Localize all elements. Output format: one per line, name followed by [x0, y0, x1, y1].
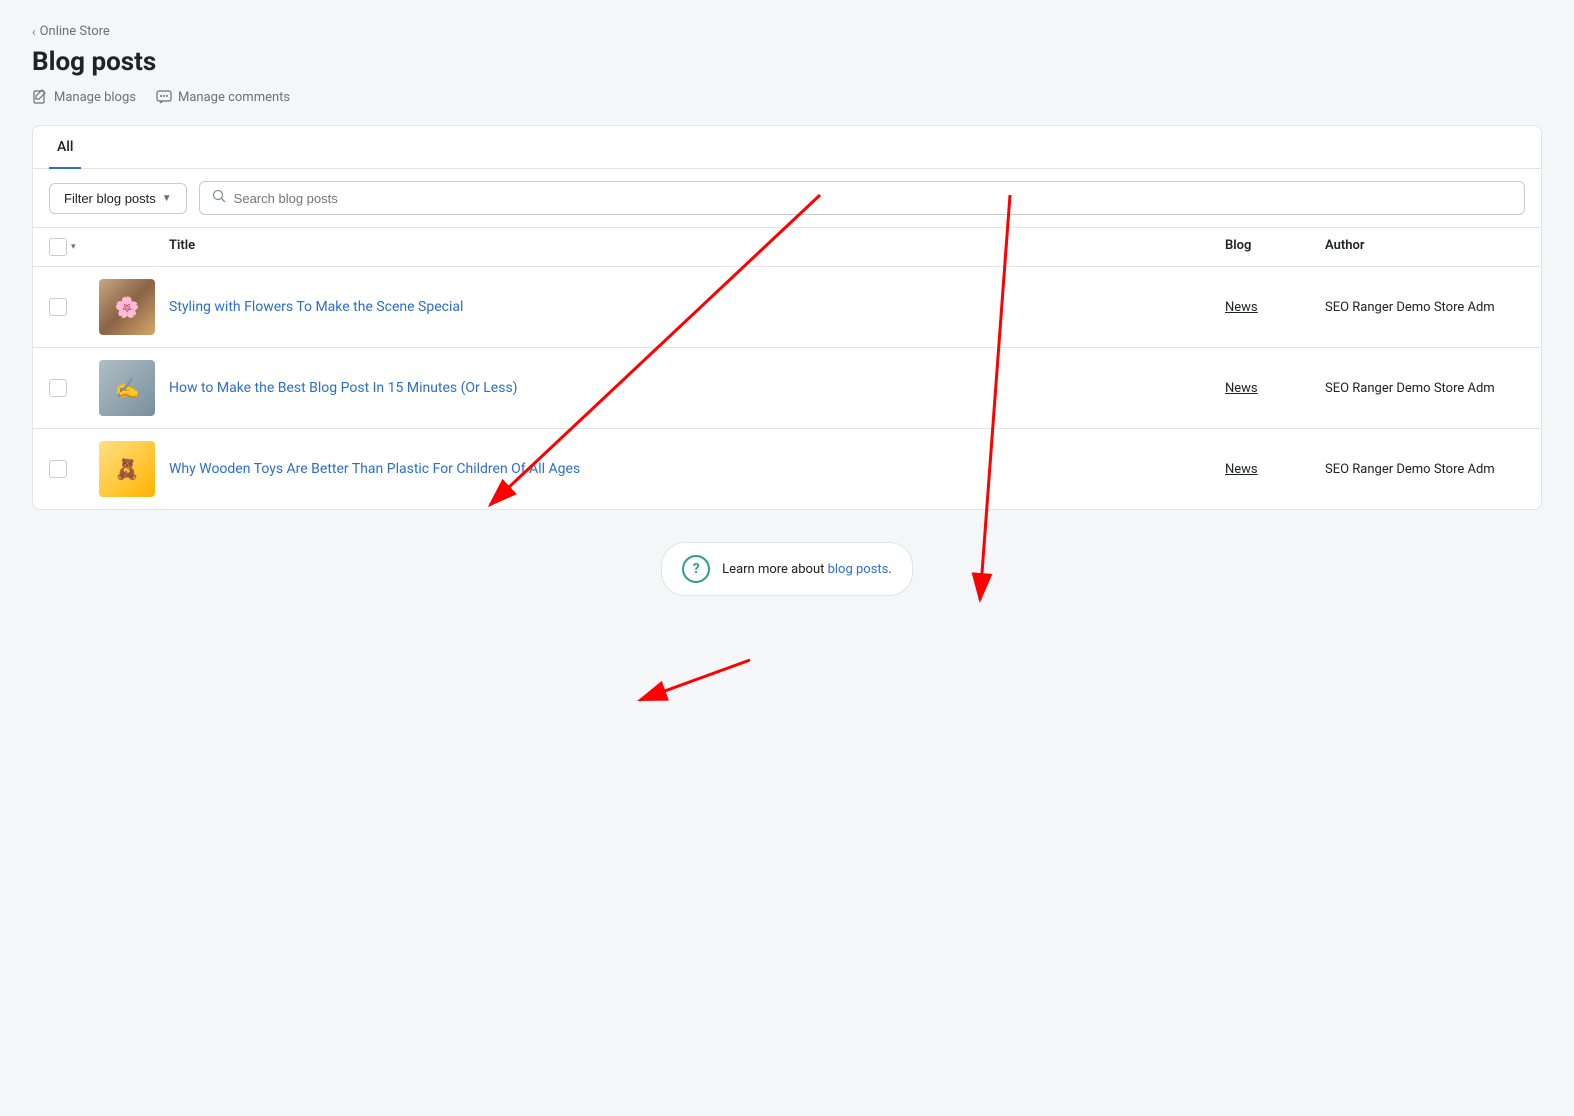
- breadcrumb-link[interactable]: Online Store: [40, 24, 110, 39]
- post-author-3: SEO Ranger Demo Store Adm: [1325, 462, 1495, 477]
- post-blog-1[interactable]: News: [1225, 300, 1258, 315]
- post-author-2: SEO Ranger Demo Store Adm: [1325, 381, 1495, 396]
- table-row: How to Make the Best Blog Post In 15 Min…: [33, 348, 1541, 429]
- comment-icon: [156, 89, 172, 105]
- blog-posts-card: All Filter blog posts ▼: [32, 125, 1542, 510]
- table-header: ▾ Title Blog Author: [33, 228, 1541, 267]
- edit-icon: [32, 89, 48, 105]
- help-footer: ? Learn more about blog posts.: [32, 510, 1542, 628]
- search-input[interactable]: [234, 191, 1512, 206]
- select-dropdown-icon[interactable]: ▾: [71, 242, 76, 252]
- col-blog: Blog: [1225, 238, 1325, 256]
- search-box[interactable]: [199, 181, 1525, 215]
- blog-posts-help-link[interactable]: blog posts: [828, 562, 889, 577]
- tabs-container: All: [33, 126, 1541, 169]
- post-title-link-1[interactable]: Styling with Flowers To Make the Scene S…: [169, 299, 463, 315]
- breadcrumb[interactable]: ‹ Online Store: [32, 24, 1542, 39]
- select-all-checkbox[interactable]: [49, 238, 67, 256]
- post-author-1: SEO Ranger Demo Store Adm: [1325, 300, 1495, 315]
- table-body: Styling with Flowers To Make the Scene S…: [33, 267, 1541, 509]
- help-text: Learn more about blog posts.: [722, 562, 892, 577]
- table-row: Why Wooden Toys Are Better Than Plastic …: [33, 429, 1541, 509]
- filter-button[interactable]: Filter blog posts ▼: [49, 183, 187, 214]
- post-title-link-2[interactable]: How to Make the Best Blog Post In 15 Min…: [169, 380, 518, 396]
- search-icon: [212, 189, 226, 207]
- page-title: Blog posts: [32, 47, 1542, 77]
- manage-comments-link[interactable]: Manage comments: [156, 89, 290, 105]
- dropdown-arrow-icon: ▼: [162, 193, 172, 204]
- row-checkbox-2[interactable]: [49, 379, 67, 397]
- row-checkbox-3[interactable]: [49, 460, 67, 478]
- col-author: Author: [1325, 238, 1525, 256]
- help-bubble: ? Learn more about blog posts.: [661, 542, 913, 596]
- table-row: Styling with Flowers To Make the Scene S…: [33, 267, 1541, 348]
- help-icon: ?: [682, 555, 710, 583]
- post-thumbnail-3: [99, 441, 155, 497]
- col-title: Title: [169, 238, 1225, 256]
- back-chevron-icon: ‹: [32, 25, 36, 39]
- filter-row: Filter blog posts ▼: [33, 169, 1541, 228]
- tab-all[interactable]: All: [49, 127, 81, 169]
- post-blog-3[interactable]: News: [1225, 462, 1258, 477]
- post-blog-2[interactable]: News: [1225, 381, 1258, 396]
- post-thumbnail-1: [99, 279, 155, 335]
- page-actions: Manage blogs Manage comments: [32, 89, 1542, 105]
- row-checkbox-1[interactable]: [49, 298, 67, 316]
- select-all-header[interactable]: ▾: [49, 238, 99, 256]
- manage-blogs-link[interactable]: Manage blogs: [32, 89, 136, 105]
- post-title-link-3[interactable]: Why Wooden Toys Are Better Than Plastic …: [169, 461, 580, 477]
- post-thumbnail-2: [99, 360, 155, 416]
